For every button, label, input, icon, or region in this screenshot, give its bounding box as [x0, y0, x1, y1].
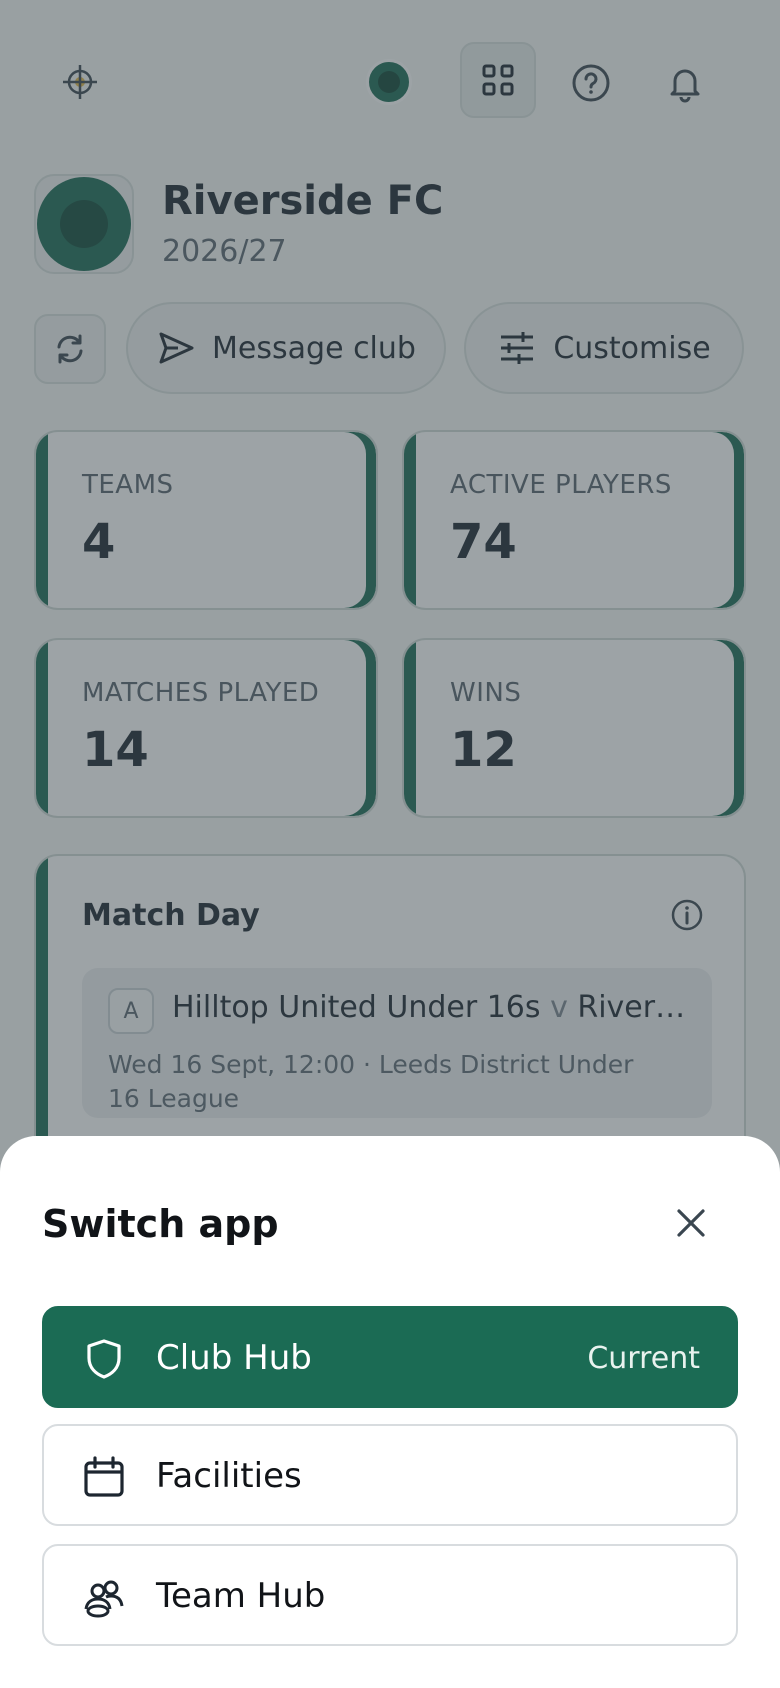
app-label: Facilities [156, 1456, 302, 1496]
app-option-club-hub[interactable]: Club Hub Current [42, 1306, 738, 1408]
team-people-icon [82, 1575, 126, 1619]
sheet-title: Switch app [42, 1202, 279, 1246]
app-label: Team Hub [156, 1576, 326, 1616]
close-icon [677, 1209, 705, 1237]
app-label: Club Hub [156, 1338, 312, 1378]
switch-app-sheet: Switch app Club Hub Current Facilities T… [0, 1136, 780, 1688]
shield-icon [82, 1337, 126, 1381]
close-button[interactable] [664, 1196, 718, 1250]
app-option-facilities[interactable]: Facilities [42, 1424, 738, 1526]
current-indicator: Current [587, 1341, 700, 1376]
calendar-icon [82, 1455, 126, 1499]
app-option-team-hub[interactable]: Team Hub [42, 1544, 738, 1646]
